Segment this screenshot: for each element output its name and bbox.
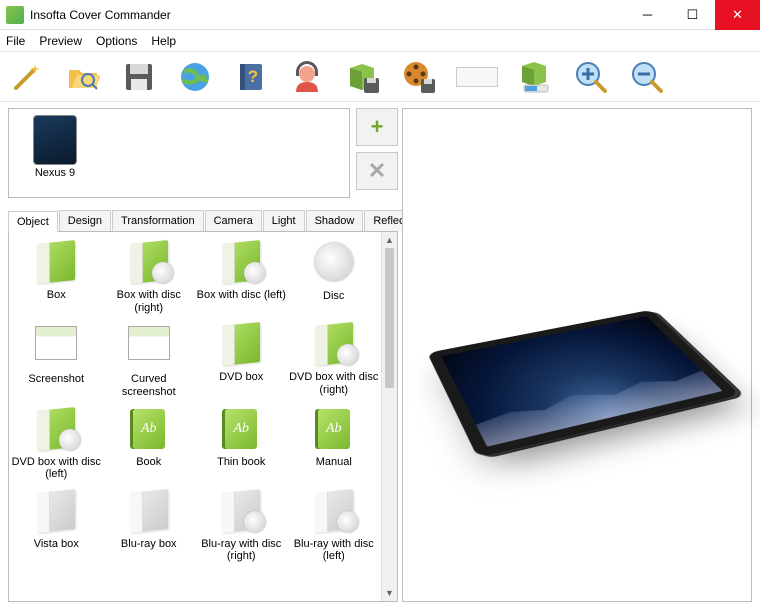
gallery-item-label: DVD box xyxy=(196,371,287,384)
gallery-item[interactable]: Box xyxy=(11,238,102,316)
save-progress-icon[interactable] xyxy=(516,58,554,96)
book-icon: Ab xyxy=(311,409,357,453)
gallery-item[interactable]: Disc xyxy=(289,238,380,316)
gallery-item-label: Disc xyxy=(289,290,380,303)
close-button[interactable]: ✕ xyxy=(715,0,760,30)
gallery-item[interactable]: Blu-ray with disc (right) xyxy=(196,487,287,565)
scroll-up-icon[interactable]: ▲ xyxy=(382,232,397,248)
object-name: Nexus 9 xyxy=(15,167,95,179)
save-icon[interactable] xyxy=(120,58,158,96)
tab-object[interactable]: Object xyxy=(8,211,58,232)
gallery-item[interactable]: DVD box xyxy=(196,320,287,400)
gallery-item-label: Curved screenshot xyxy=(104,373,195,398)
toolbar: ? xyxy=(0,52,760,102)
screenshot-icon xyxy=(126,326,172,370)
gallery-item[interactable]: DVD box with disc (left) xyxy=(11,405,102,483)
gallery-item-label: Screenshot xyxy=(11,373,102,386)
gallery-item[interactable]: Screenshot xyxy=(11,320,102,400)
gallery-item-label: Box with disc (right) xyxy=(104,289,195,314)
app-icon xyxy=(6,6,24,24)
gallery-item[interactable]: Blu-ray box xyxy=(104,487,195,565)
menu-preview[interactable]: Preview xyxy=(39,34,82,48)
preview-pane xyxy=(402,108,752,602)
gallery-item-label: DVD box with disc (left) xyxy=(11,456,102,481)
screenshot-icon xyxy=(33,326,79,370)
open-icon[interactable] xyxy=(64,58,102,96)
tab-light[interactable]: Light xyxy=(263,210,305,231)
toolbar-input[interactable] xyxy=(456,67,498,87)
scroll-down-icon[interactable]: ▼ xyxy=(382,585,397,601)
object-item[interactable]: Nexus 9 xyxy=(15,115,95,179)
window-title: Insofta Cover Commander xyxy=(30,8,625,22)
titlebar: Insofta Cover Commander ─ ☐ ✕ xyxy=(0,0,760,30)
gallery-item-label: Manual xyxy=(289,456,380,469)
gallery-item-label: Vista box xyxy=(11,538,102,551)
box-disc-icon xyxy=(126,242,172,286)
menu-options[interactable]: Options xyxy=(96,34,137,48)
box-disc-icon xyxy=(311,324,357,368)
gallery-item-label: Blu-ray with disc (left) xyxy=(289,538,380,563)
menubar: File Preview Options Help xyxy=(0,30,760,52)
gallery-item[interactable]: DVD box with disc (right) xyxy=(289,320,380,400)
wand-icon[interactable] xyxy=(8,58,46,96)
film-save-icon[interactable] xyxy=(400,58,438,96)
box-grey-icon xyxy=(33,491,79,535)
zoom-in-icon[interactable] xyxy=(572,58,610,96)
book-icon: Ab xyxy=(218,409,264,453)
save-package-icon[interactable] xyxy=(344,58,382,96)
tab-shadow[interactable]: Shadow xyxy=(306,210,364,231)
box-grey-icon xyxy=(126,491,172,535)
tab-camera[interactable]: Camera xyxy=(205,210,262,231)
gallery-item-label: Thin book xyxy=(196,456,287,469)
disc-icon xyxy=(311,243,357,287)
zoom-out-icon[interactable] xyxy=(628,58,666,96)
object-thumbnail xyxy=(33,115,77,165)
box-disc-icon xyxy=(218,242,264,286)
object-panel: Nexus 9 xyxy=(8,108,350,198)
box-grey-disc-icon xyxy=(311,491,357,535)
gallery-item-label: Box with disc (left) xyxy=(196,289,287,302)
box-icon xyxy=(218,324,264,368)
gallery-item-label: Book xyxy=(104,456,195,469)
box-disc-icon xyxy=(33,409,79,453)
scroll-thumb[interactable] xyxy=(385,248,394,388)
gallery-item-label: Blu-ray with disc (right) xyxy=(196,538,287,563)
gallery-item[interactable]: Vista box xyxy=(11,487,102,565)
gallery-item[interactable]: Box with disc (right) xyxy=(104,238,195,316)
gallery-item-label: Box xyxy=(11,289,102,302)
add-object-button[interactable]: + xyxy=(356,108,398,146)
gallery-scrollbar[interactable]: ▲ ▼ xyxy=(381,232,397,601)
gallery-item-label: DVD box with disc (right) xyxy=(289,371,380,396)
minimize-button[interactable]: ─ xyxy=(625,0,670,30)
gallery-item[interactable]: Curved screenshot xyxy=(104,320,195,400)
svg-text:?: ? xyxy=(248,67,258,86)
book-icon: Ab xyxy=(126,409,172,453)
preview-tablet xyxy=(427,310,740,458)
box-grey-disc-icon xyxy=(218,491,264,535)
tab-design[interactable]: Design xyxy=(59,210,111,231)
gallery-item[interactable]: Blu-ray with disc (left) xyxy=(289,487,380,565)
menu-file[interactable]: File xyxy=(6,34,25,48)
help-book-icon[interactable]: ? xyxy=(232,58,270,96)
object-gallery: BoxBox with disc (right)Box with disc (l… xyxy=(9,232,381,601)
gallery-item[interactable]: Ab Book xyxy=(104,405,195,483)
menu-help[interactable]: Help xyxy=(151,34,176,48)
globe-icon[interactable] xyxy=(176,58,214,96)
support-icon[interactable] xyxy=(288,58,326,96)
gallery-item[interactable]: Ab Thin book xyxy=(196,405,287,483)
tab-transformation[interactable]: Transformation xyxy=(112,210,204,231)
box-icon xyxy=(33,242,79,286)
delete-object-button[interactable]: ✕ xyxy=(356,152,398,190)
gallery-item[interactable]: Ab Manual xyxy=(289,405,380,483)
gallery-item[interactable]: Box with disc (left) xyxy=(196,238,287,316)
tab-bar: ObjectDesignTransformationCameraLightSha… xyxy=(8,210,398,231)
gallery-item-label: Blu-ray box xyxy=(104,538,195,551)
maximize-button[interactable]: ☐ xyxy=(670,0,715,30)
